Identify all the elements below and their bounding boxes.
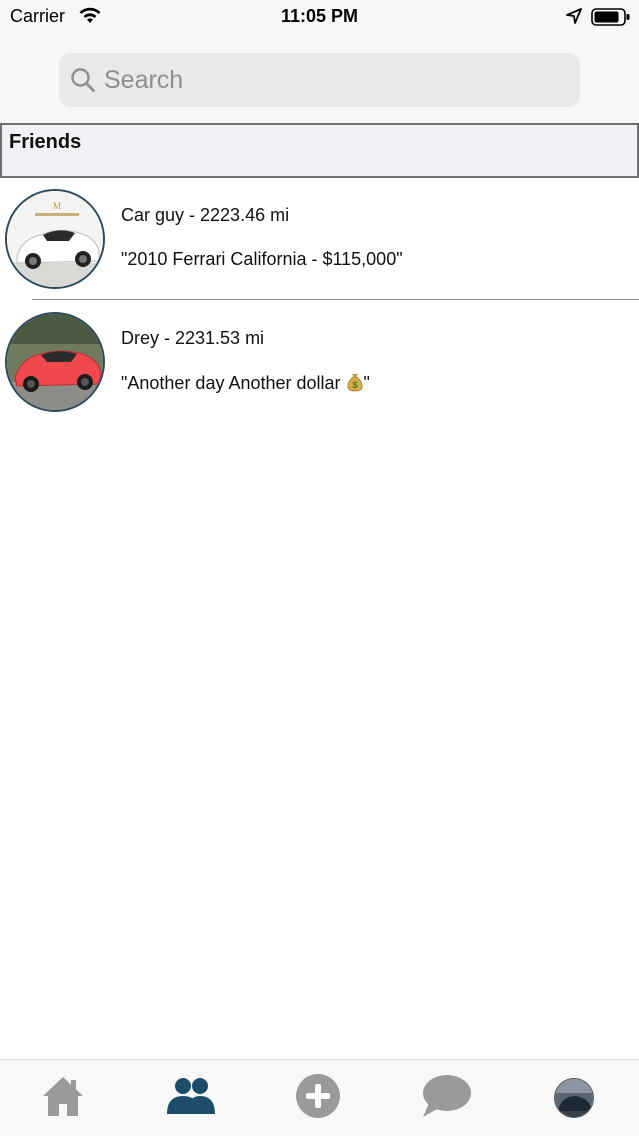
home-icon (41, 1074, 85, 1123)
profile-avatar (554, 1078, 594, 1118)
search-bar-container: Search (0, 34, 639, 123)
tab-messages[interactable] (416, 1070, 476, 1126)
tab-add[interactable] (288, 1070, 348, 1126)
friend-status: "2010 Ferrari California - $115,000" (121, 249, 403, 269)
search-placeholder: Search (104, 66, 184, 94)
tab-home[interactable] (33, 1070, 93, 1126)
row-divider (32, 299, 639, 300)
search-input[interactable]: Search (59, 53, 580, 107)
friends-screen: Carrier 11:05 PM Search Friends M Car gu… (0, 0, 639, 1136)
money-bag-icon: $ (346, 372, 364, 392)
svg-text:$: $ (352, 380, 357, 390)
friend-row[interactable]: M Car guy - 2223.46 mi "2010 Ferrari Cal… (0, 178, 639, 301)
tab-bar (0, 1059, 639, 1136)
status-bar: Carrier 11:05 PM (0, 0, 639, 34)
friend-status-text: "Another day Another dollar (121, 373, 346, 393)
friends-section-header: Friends (0, 123, 639, 178)
friend-name-distance: Car guy - 2223.46 mi (121, 205, 290, 225)
tab-profile[interactable] (544, 1070, 604, 1126)
location-arrow-icon (565, 7, 583, 30)
tab-friends[interactable] (161, 1070, 221, 1126)
friend-status-close: " (363, 373, 370, 393)
friend-avatar[interactable] (5, 312, 105, 412)
section-title: Friends (9, 131, 82, 153)
clock-time: 11:05 PM (280, 6, 359, 26)
people-icon (165, 1076, 217, 1121)
search-icon (70, 67, 96, 98)
battery-icon (591, 7, 631, 32)
friend-avatar[interactable]: M (5, 189, 105, 289)
friend-status: "Another day Another dollar $ " (121, 372, 370, 394)
plus-circle-icon (295, 1073, 341, 1124)
friend-row[interactable]: Drey - 2231.53 mi "Another day Another d… (0, 301, 639, 424)
chat-bubble-icon (419, 1073, 473, 1124)
svg-text:M: M (53, 201, 61, 211)
friend-name-distance: Drey - 2231.53 mi (121, 328, 265, 348)
